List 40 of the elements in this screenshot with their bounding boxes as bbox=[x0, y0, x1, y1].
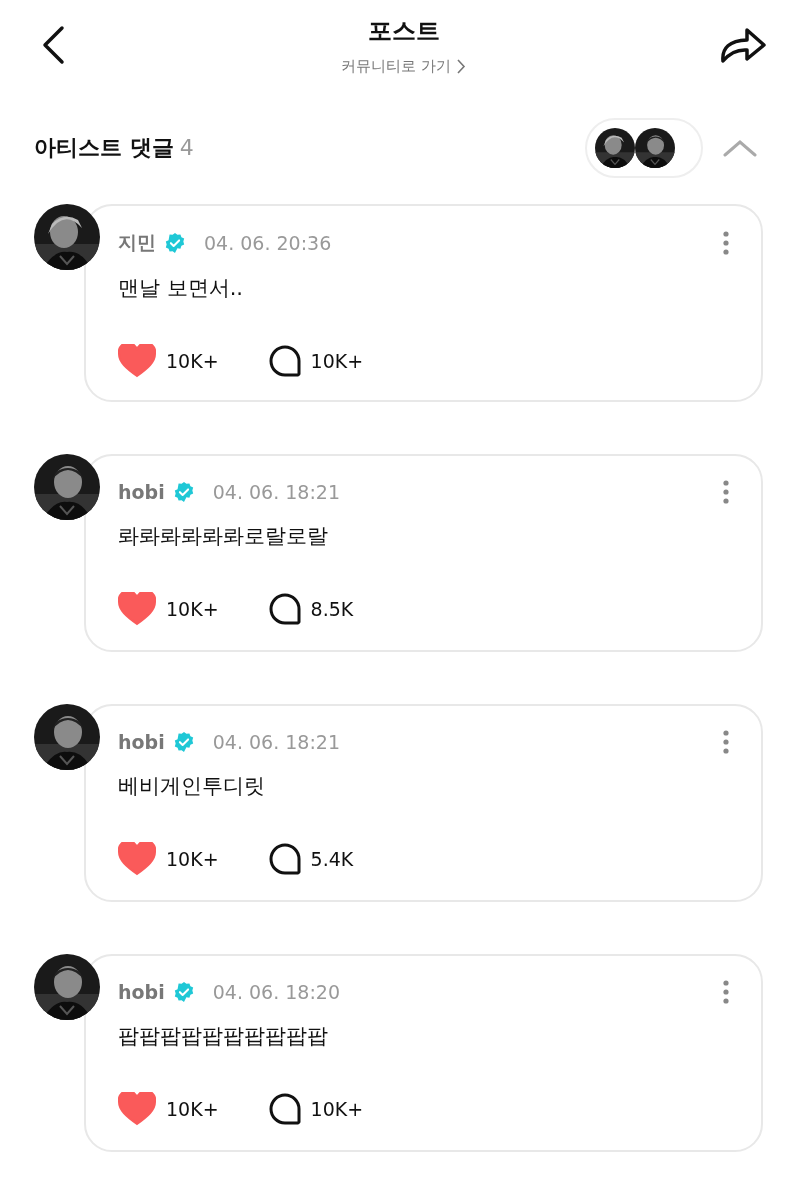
heart-icon[interactable] bbox=[118, 1092, 156, 1126]
heart-icon[interactable] bbox=[118, 592, 156, 626]
like-count: 10K+ bbox=[166, 350, 219, 372]
reply-count: 10K+ bbox=[310, 1098, 364, 1120]
author-name: hobi bbox=[118, 731, 165, 753]
reply-count: 5.4K bbox=[310, 848, 354, 870]
more-icon[interactable] bbox=[723, 480, 729, 504]
speech-bubble-icon[interactable] bbox=[268, 345, 301, 377]
back-button[interactable] bbox=[40, 25, 66, 65]
like-count: 10K+ bbox=[166, 1098, 219, 1120]
comment-text: 팝팝팝팝팝팝팝팝팝팝 bbox=[118, 1023, 329, 1050]
speech-bubble-icon[interactable] bbox=[268, 843, 301, 875]
reply-count: 10K+ bbox=[310, 350, 364, 372]
like-count: 10K+ bbox=[166, 848, 219, 870]
comment-time: 04. 06. 20:36 bbox=[204, 232, 333, 254]
more-icon[interactable] bbox=[723, 730, 729, 754]
comment-text: 베비게인투디릿 bbox=[118, 773, 266, 800]
comment-time: 04. 06. 18:21 bbox=[212, 481, 341, 503]
collapse-button[interactable] bbox=[723, 138, 757, 158]
page-title: 포스트 bbox=[367, 15, 440, 47]
artist-avatars[interactable] bbox=[585, 118, 703, 178]
author-name: hobi bbox=[118, 481, 165, 503]
speech-bubble-icon[interactable] bbox=[268, 1093, 301, 1125]
comment-text: 맨날 보면서.. bbox=[118, 275, 245, 302]
author-name: 지민 bbox=[118, 230, 156, 255]
reply-count: 8.5K bbox=[310, 598, 354, 620]
section-title: 아티스트 댓글 4 bbox=[34, 134, 195, 162]
more-icon[interactable] bbox=[723, 231, 729, 255]
heart-icon[interactable] bbox=[118, 344, 156, 378]
author-name: hobi bbox=[118, 981, 165, 1003]
comment-time: 04. 06. 18:20 bbox=[212, 981, 341, 1003]
comment-text: 롸롸롸롸롸롸로랄로랄 bbox=[118, 523, 329, 550]
chevron-right-icon bbox=[456, 58, 466, 74]
share-button[interactable] bbox=[719, 25, 767, 65]
speech-bubble-icon[interactable] bbox=[268, 593, 301, 625]
comment-time: 04. 06. 18:21 bbox=[212, 731, 341, 753]
community-link[interactable]: 커뮤니티로 가기 bbox=[341, 56, 466, 76]
like-count: 10K+ bbox=[166, 598, 219, 620]
heart-icon[interactable] bbox=[118, 842, 156, 876]
more-icon[interactable] bbox=[723, 980, 729, 1004]
